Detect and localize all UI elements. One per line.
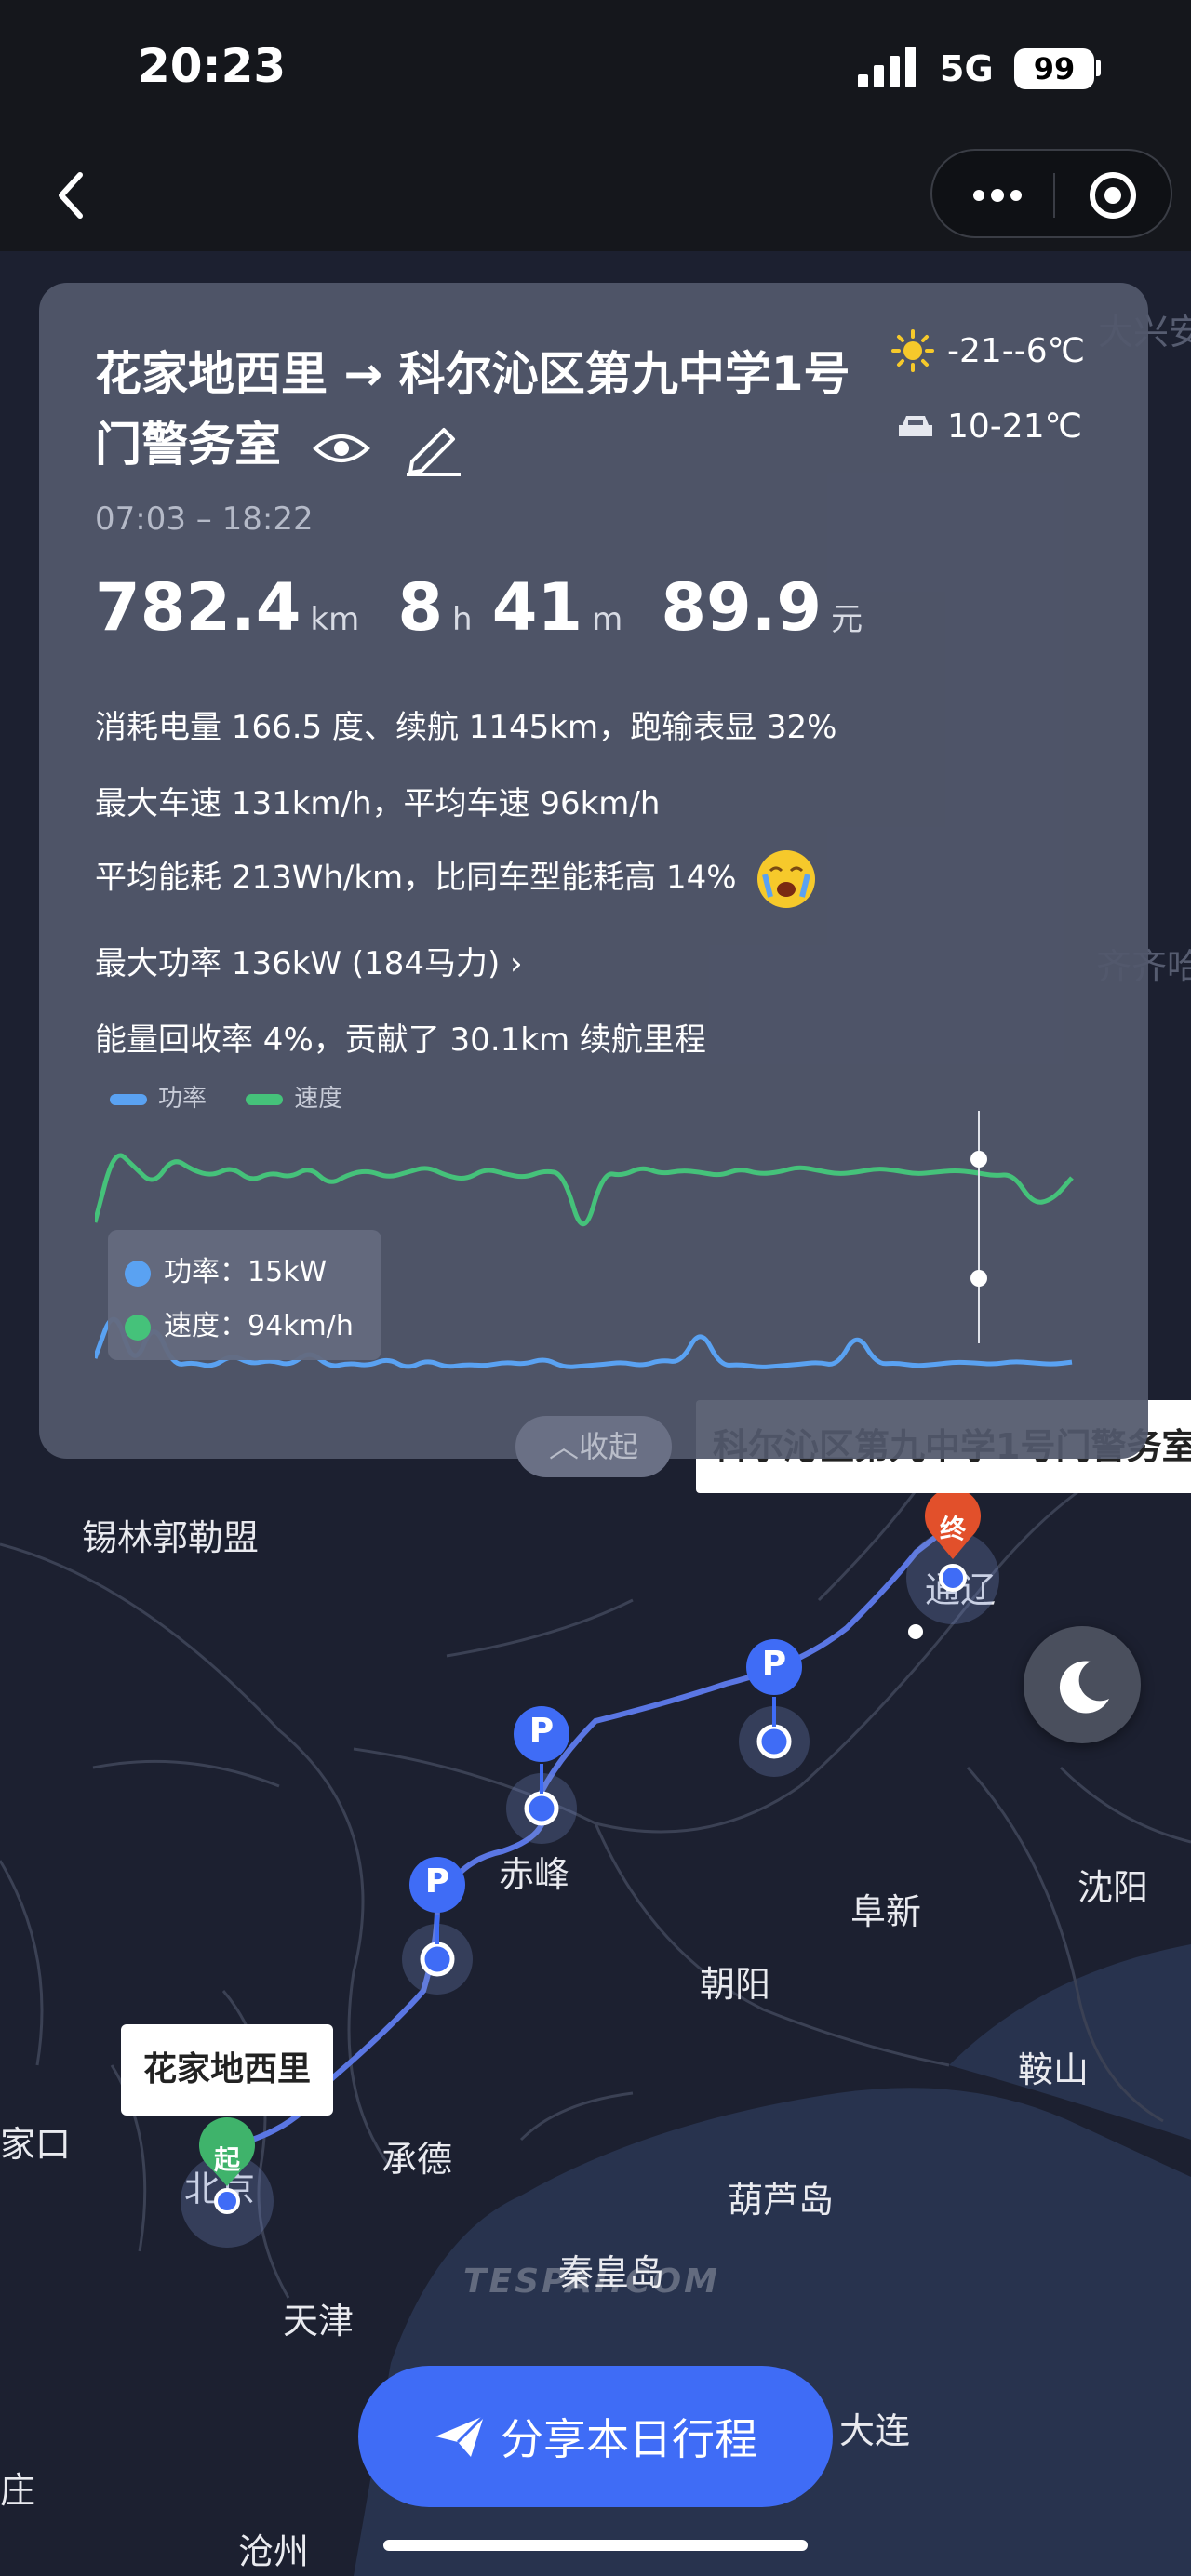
network-type: 5G	[940, 48, 994, 89]
trip-stats: 782.4 km 8h 41 m 89.9 元	[95, 569, 896, 646]
more-icon[interactable]	[970, 175, 1025, 216]
route-title-text: 花家地西里 → 科尔沁区第九中学1号门警务室	[95, 347, 850, 472]
weather-temp: -21--6℃	[891, 329, 1085, 372]
route-stop-2	[524, 1791, 559, 1826]
parking-label-2: P	[529, 1712, 555, 1750]
tooltip-power-dot	[125, 1260, 151, 1287]
speed-series-line	[95, 1153, 1074, 1227]
eye-icon[interactable]	[312, 430, 371, 467]
distance-value: 782.4	[95, 569, 301, 646]
close-miniapp-icon[interactable]	[1085, 167, 1141, 223]
tooltip-power: 功率：15kW	[125, 1248, 327, 1289]
route-stop-1	[420, 1942, 455, 1977]
cost-unit: 元	[831, 601, 863, 638]
edit-icon[interactable]	[403, 420, 464, 476]
status-time: 20:23	[138, 39, 287, 93]
tooltip-speed-dot	[125, 1314, 151, 1341]
start-location-label: 花家地西里	[121, 2024, 333, 2116]
regen-info: 能量回收率 4%，贡献了 30.1km 续航里程	[95, 1021, 706, 1059]
battery-icon: 99	[1014, 48, 1094, 89]
night-mode-button[interactable]	[1024, 1626, 1141, 1743]
share-label: 分享本日行程	[501, 2414, 757, 2464]
chevron-up-icon: ︿	[548, 1429, 579, 1464]
route-stop-3	[756, 1724, 792, 1759]
tooltip-speed: 速度：94km/h	[125, 1302, 354, 1343]
moon-icon	[1059, 1661, 1109, 1714]
speed-info: 最大车速 131km/h，平均车速 96km/h	[95, 785, 661, 822]
tongliao-dot	[908, 1624, 923, 1639]
back-icon[interactable]	[37, 158, 112, 233]
parking-label-3: P	[761, 1645, 787, 1683]
start-pin-label: 起	[213, 2144, 240, 2175]
sun-icon	[891, 329, 934, 372]
minutes-unit: m	[592, 601, 623, 638]
distance-unit: km	[310, 601, 360, 638]
signal-icon	[858, 47, 916, 87]
outdoor-temp: -21--6℃	[947, 331, 1086, 370]
end-pin-label: 终	[939, 1514, 966, 1544]
capsule-divider	[1053, 173, 1055, 218]
route-start-dot	[214, 2188, 240, 2214]
tooltip-power-text: 功率：15kW	[164, 1256, 328, 1288]
hours-value: 8	[397, 569, 444, 646]
route-title: 花家地西里 → 科尔沁区第九中学1号门警务室	[95, 339, 895, 480]
app-root: 20:23 5G 99 锡林郭勒盟 赤峰 阜新 沈阳 朝阳 承德 鞍山 葫芦岛 …	[0, 0, 1191, 2576]
efficiency-info: 平均能耗 213Wh/km，比同车型能耗高 14%	[95, 850, 816, 908]
hours-unit: h	[452, 601, 473, 638]
watermark: TESPAI.COM	[463, 2262, 720, 2301]
cursor-power-point	[970, 1270, 987, 1287]
chart-tooltip: 功率：15kW 速度：94km/h	[108, 1230, 381, 1360]
status-bar: 20:23 5G 99	[0, 0, 1191, 140]
minutes-value: 41	[491, 569, 583, 646]
energy-info: 消耗电量 166.5 度、续航 1145km，跑输表显 32%	[95, 709, 837, 746]
parking-label-1: P	[424, 1862, 450, 1901]
share-trip-button[interactable]: 分享本日行程	[358, 2366, 833, 2507]
efficiency-text: 平均能耗 213Wh/km，比同车型能耗高 14%	[95, 859, 737, 897]
collapse-label: 收起	[579, 1429, 639, 1464]
trip-summary-card: 花家地西里 → 科尔沁区第九中学1号门警务室 -21--6℃ 10-21℃ 07…	[39, 283, 1148, 1477]
battery-tip	[1096, 60, 1101, 76]
nav-bar	[0, 140, 1191, 251]
miniapp-capsule	[930, 149, 1172, 238]
home-indicator	[383, 2540, 808, 2551]
route-end-dot	[939, 1564, 967, 1592]
trip-time-range: 07:03 – 18:22	[95, 501, 314, 538]
tooltip-speed-text: 速度：94km/h	[164, 1310, 354, 1342]
cabin-temp-value: 10-21℃	[947, 407, 1083, 446]
cost-value: 89.9	[661, 569, 823, 646]
collapse-button[interactable]: ︿收起	[515, 1416, 672, 1477]
crying-emoji-icon	[757, 850, 816, 908]
car-icon	[899, 415, 932, 436]
cursor-speed-point	[970, 1151, 987, 1168]
max-power-link[interactable]: 最大功率 136kW (184马力) ›	[95, 938, 523, 983]
paper-plane-icon	[435, 2414, 486, 2457]
cabin-temp: 10-21℃	[897, 407, 1082, 446]
